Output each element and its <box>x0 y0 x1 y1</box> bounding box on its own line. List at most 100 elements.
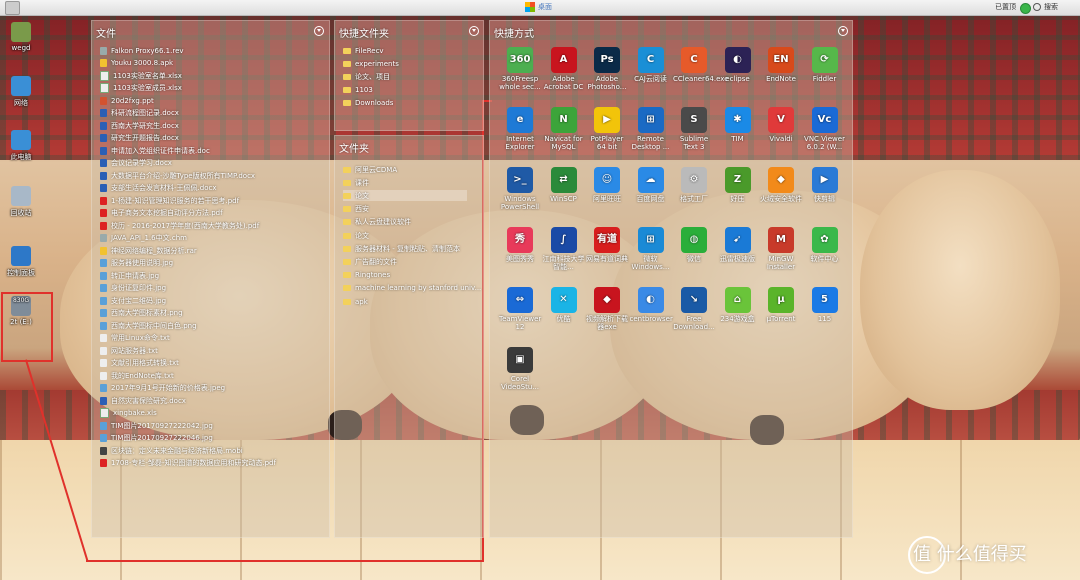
file-item[interactable]: 西南大学研究生.docx <box>100 120 179 131</box>
shortcut-item[interactable]: >_ Windows PowerShell <box>499 167 541 211</box>
shortcut-item[interactable]: ▶ PotPlayer 64 bit <box>586 107 628 151</box>
file-item[interactable]: 常用Linux命令.txt <box>100 333 170 344</box>
panel-menu-icon[interactable] <box>469 26 479 36</box>
search-label[interactable]: 搜索 <box>1044 2 1058 12</box>
search-icon[interactable] <box>1033 3 1041 11</box>
file-item[interactable]: 大数据平台介绍-沙雕Type版权所有TIMP.docx <box>100 170 255 181</box>
shortcut-item[interactable]: M MinGW Installer <box>760 227 802 271</box>
shortcut-item[interactable]: V Vivaldi <box>760 107 802 143</box>
panel-menu-icon[interactable] <box>314 26 324 36</box>
shortcut-item[interactable]: C CCleaner64.exe <box>673 47 729 83</box>
folder-item[interactable]: 论文 <box>343 230 467 241</box>
pin-toggle[interactable] <box>1020 3 1031 14</box>
shortcut-item[interactable]: ➹ 迅雷极速版 <box>717 227 759 263</box>
file-item[interactable]: 支部生活会发言材料-王佩佩.docx <box>100 183 216 194</box>
file-item[interactable]: Youku 3000.8.apk <box>100 58 173 69</box>
file-item[interactable]: 申请加入党组织证件申请表.doc <box>100 145 210 156</box>
shortcut-item[interactable]: ↘ Free Download... <box>673 287 715 331</box>
shortcut-item[interactable]: ◍ 微信 <box>673 227 715 263</box>
folder-item[interactable]: 课件 <box>343 177 467 188</box>
file-item[interactable]: 1-杨建-知识管理知识服务的若干思考.pdf <box>100 195 239 206</box>
shortcut-item[interactable]: ⇔ TeamViewer 12 <box>499 287 541 331</box>
desktop-icon[interactable]: 此电脑 <box>5 130 37 162</box>
shortcut-item[interactable]: ✕ 优酷 <box>543 287 585 323</box>
shortcut-item[interactable]: ▣ Corel VideoStu... <box>499 347 541 391</box>
shortcut-item[interactable]: C CAJ云阅读 <box>630 47 672 83</box>
desktop-icon[interactable]: wegd <box>5 22 37 52</box>
file-item[interactable]: Falkon Proxy66.1.rev <box>100 45 184 56</box>
shortcut-item[interactable]: 360 360Freesp whole sec... <box>499 47 541 91</box>
user-icon[interactable] <box>5 1 20 15</box>
file-item[interactable]: 身份证复印件.jpg <box>100 283 166 294</box>
file-item[interactable]: 区块链：定义未来金融与经济新格局.mobi <box>100 445 243 456</box>
desktop-icon[interactable]: 控制面板 <box>5 246 37 278</box>
file-item[interactable]: 文献引用格式转换.txt <box>100 358 179 369</box>
shortcut-item[interactable]: ✱ TIM <box>717 107 759 143</box>
shortcut-item[interactable]: S Sublime Text 3 <box>673 107 715 151</box>
desktop-icon[interactable]: 回收站 <box>5 186 37 218</box>
file-item[interactable]: TIM图片20170927222042.jpg <box>100 420 213 431</box>
quick-folder-item[interactable]: Downloads <box>343 97 393 108</box>
shortcut-item[interactable]: 5 115 <box>804 287 846 323</box>
shortcut-item[interactable]: ⌂ 234游戏盒 <box>717 287 759 323</box>
file-item[interactable]: 研究生开题报告.docx <box>100 133 179 144</box>
desktop-icon[interactable]: 网络 <box>5 76 37 108</box>
folder-item[interactable]: 服务器材料 - 复制粘贴、清制范本 <box>343 243 467 254</box>
file-item[interactable]: 1708-专栏-邹磊-知识图谱的数据应用和研究动态.pdf <box>100 458 276 469</box>
shortcut-item[interactable]: ✿ 软件中心 <box>804 227 846 263</box>
file-item[interactable]: 西南大学图标素材.png <box>100 308 183 319</box>
shortcut-item[interactable]: ⊞ Remote Desktop ... <box>630 107 672 151</box>
folder-item[interactable]: 西安 <box>343 204 467 215</box>
shortcut-item[interactable]: 有道 网易有道词典 <box>586 227 628 263</box>
shortcut-item[interactable]: ⚙ 格式工厂 <box>673 167 715 203</box>
shortcut-item[interactable]: ◐ centbrowser <box>630 287 673 323</box>
folder-item[interactable]: 广告翻的文件 <box>343 256 467 267</box>
file-item[interactable]: 电子商务文本挖掘自动评分方法.pdf <box>100 208 223 219</box>
panel-menu-icon[interactable] <box>838 26 848 36</box>
shortcut-item[interactable]: EN EndNote <box>760 47 802 83</box>
shortcut-item[interactable]: A Adobe Acrobat DC <box>543 47 585 91</box>
shortcut-item[interactable]: ◆ 火绒安全软件 <box>760 167 802 203</box>
shortcut-item[interactable]: e Internet Explorer <box>499 107 541 151</box>
folder-item[interactable]: machine learning by stanford univ... <box>343 283 481 294</box>
file-item[interactable]: 网站服务器.txt <box>100 345 158 356</box>
file-item[interactable]: 20d2fxg.ppt <box>100 95 154 106</box>
shortcut-item[interactable]: Ps Adobe Photosho... <box>586 47 628 91</box>
folder-item[interactable]: Ringtones <box>343 270 467 281</box>
file-item[interactable]: 西南大学图标中间白色.png <box>100 320 197 331</box>
file-item[interactable]: 会议记录学习.docx <box>100 158 172 169</box>
folder-item[interactable]: apk <box>343 296 467 307</box>
file-item[interactable]: 1103实验室成员.xlsx <box>100 83 182 94</box>
folder-item[interactable]: 论文 <box>343 190 467 202</box>
file-item[interactable]: TIM图片20170927222046.jpg <box>100 433 213 444</box>
shortcut-item[interactable]: 秀美图秀秀 <box>499 227 541 263</box>
file-item[interactable]: 1103实验室名单.xlsx <box>100 70 182 81</box>
folder-item[interactable]: 私人云盘建议软件 <box>343 217 467 228</box>
shortcut-item[interactable]: ⟳ Fiddler <box>804 47 846 83</box>
shortcut-item[interactable]: ∫ 江南科技大学智能... <box>543 227 585 271</box>
shortcut-item[interactable]: ▶ 快剪辑 <box>804 167 846 203</box>
quick-folder-item[interactable]: experiments <box>343 58 399 69</box>
shortcut-item[interactable]: ⇄ WinSCP <box>543 167 585 203</box>
shortcut-item[interactable]: Vc VNC Viewer 6.0.2 (W... <box>804 107 846 151</box>
file-item[interactable]: 我的EndNote库.txt <box>100 370 174 381</box>
shortcut-item[interactable]: N Navicat for MySQL <box>543 107 585 151</box>
quick-folder-item[interactable]: 论文、项目 <box>343 71 390 82</box>
shortcut-item[interactable]: ◆ 视频解析下载器exe <box>586 287 628 331</box>
file-item[interactable]: JAVA_API_1.6中文.chm <box>100 233 187 244</box>
file-item[interactable]: 神经网络编程_数据分析.rar <box>100 245 197 256</box>
shortcut-item[interactable]: µ µTorrent <box>760 287 802 323</box>
file-item[interactable]: xingbake.xls <box>100 408 157 419</box>
shortcut-item[interactable]: ⊞ 微软 Windows... <box>630 227 672 271</box>
shortcut-item[interactable]: ◐ eclipse <box>717 47 759 83</box>
file-item[interactable]: 校历 - 2016-2017学年度(西南大学教务处).pdf <box>100 220 259 231</box>
file-item[interactable]: 支付宝二维码.jpg <box>100 295 166 306</box>
folder-item[interactable]: 阿里云CDMA <box>343 164 467 175</box>
shortcut-item[interactable]: ☁ 百度网盘 <box>630 167 672 203</box>
file-item[interactable]: 服务器使用说明.jpg <box>100 258 173 269</box>
quick-folder-item[interactable]: 1103 <box>343 84 373 95</box>
file-item[interactable]: 转正申请表.jpg <box>100 270 159 281</box>
file-item[interactable]: 科研流程图记录.docx <box>100 108 179 119</box>
shortcut-item[interactable]: ☺ 阿里旺旺 <box>586 167 628 203</box>
file-item[interactable]: 2017年9月1号开始新的价格表.jpeg <box>100 383 225 394</box>
